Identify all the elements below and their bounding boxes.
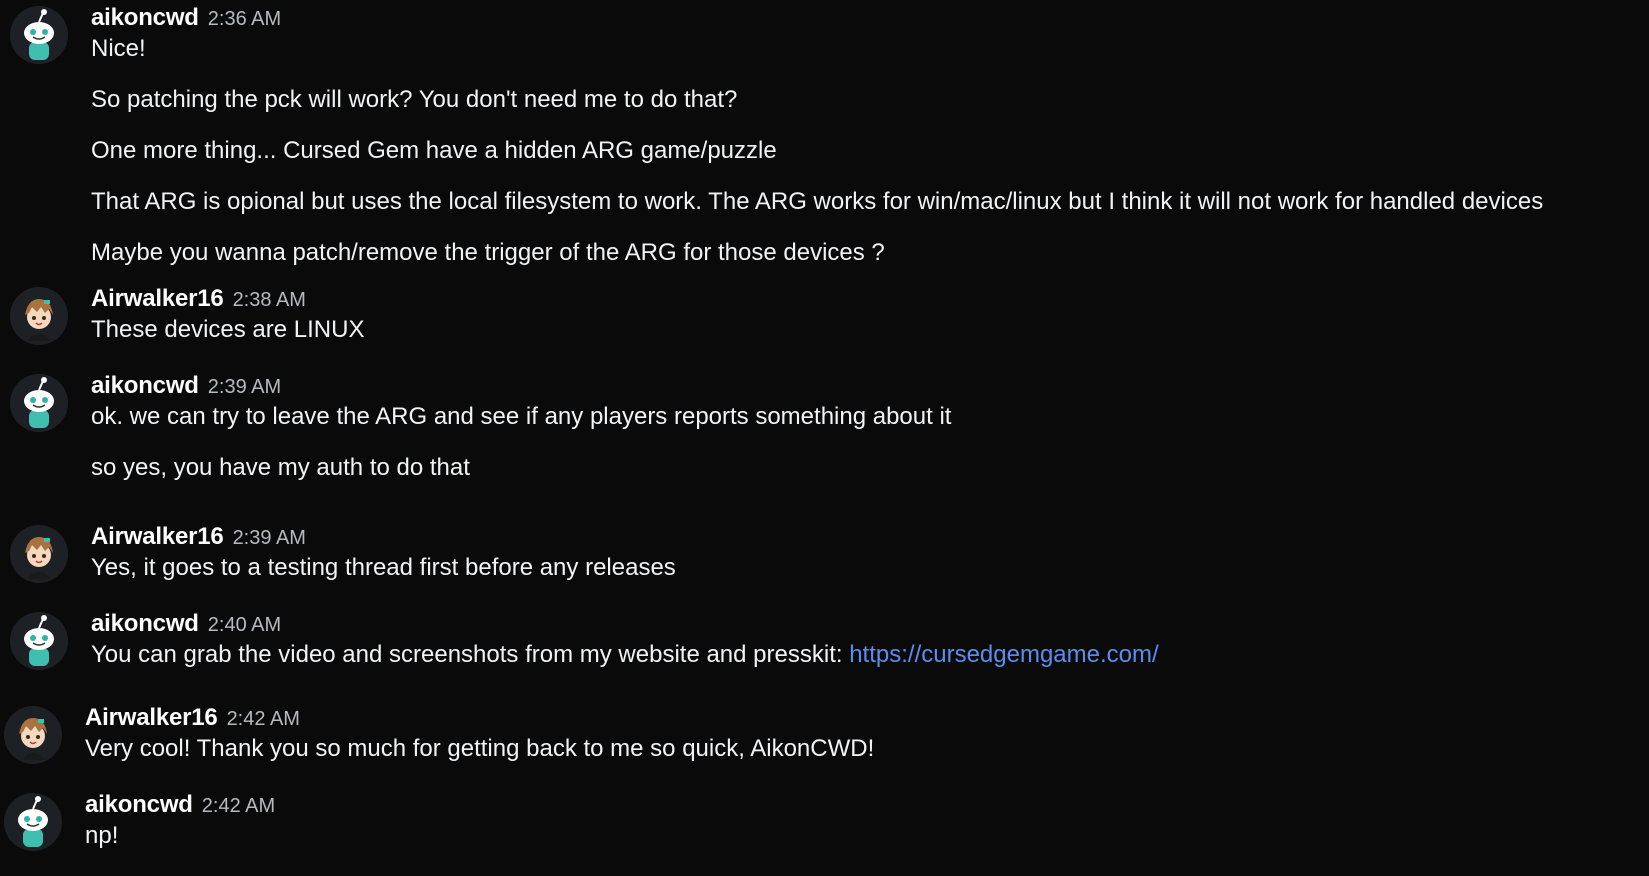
message-text: That ARG is opional but uses the local f… xyxy=(91,188,1544,215)
timestamp[interactable]: 2:42 AM xyxy=(227,708,300,731)
message-text: These devices are LINUX xyxy=(91,316,365,343)
snoo-teal-icon xyxy=(10,374,68,432)
author-name[interactable]: aikoncwd xyxy=(91,4,199,32)
timestamp[interactable]: 2:39 AM xyxy=(233,527,306,550)
anime-boy-icon xyxy=(4,706,62,764)
avatar[interactable] xyxy=(10,6,68,64)
message-text: so yes, you have my auth to do that xyxy=(91,454,470,481)
message-text: np! xyxy=(85,822,119,849)
avatar[interactable] xyxy=(4,706,62,764)
timestamp[interactable]: 2:38 AM xyxy=(233,289,306,312)
snoo-teal-icon xyxy=(10,612,68,670)
author-name[interactable]: Airwalker16 xyxy=(91,523,224,551)
author-name[interactable]: aikoncwd xyxy=(91,372,199,400)
message-header: aikoncwd 2:36 AM xyxy=(91,4,1640,34)
message-text: One more thing... Cursed Gem have a hidd… xyxy=(91,137,777,164)
author-name[interactable]: aikoncwd xyxy=(91,610,199,638)
message-content: aikoncwd 2:42 AM np! xyxy=(85,791,1634,851)
message-content: Airwalker16 2:38 AM These devices are LI… xyxy=(91,285,1640,345)
author-name[interactable]: Airwalker16 xyxy=(85,704,218,732)
message-content: aikoncwd 2:39 AM ok. we can try to leave… xyxy=(91,372,1640,483)
message-header: Airwalker16 2:42 AM xyxy=(85,704,1634,734)
anime-boy-icon xyxy=(10,525,68,583)
author-name[interactable]: Airwalker16 xyxy=(91,285,224,313)
message-content: aikoncwd 2:40 AM You can grab the video … xyxy=(91,610,1640,670)
message-header: aikoncwd 2:42 AM xyxy=(85,791,1634,821)
message-text: So patching the pck will work? You don't… xyxy=(91,86,738,113)
message-header: Airwalker16 2:38 AM xyxy=(91,285,1640,315)
anime-boy-icon xyxy=(10,287,68,345)
timestamp[interactable]: 2:42 AM xyxy=(202,795,275,818)
timestamp[interactable]: 2:39 AM xyxy=(208,376,281,399)
message-text-segment: You can grab the video and screenshots f… xyxy=(91,641,850,668)
chat-log: aikoncwd 2:36 AM Nice! So patching the p… xyxy=(0,0,1649,876)
timestamp[interactable]: 2:40 AM xyxy=(208,614,281,637)
message-text: Nice! xyxy=(91,35,146,62)
avatar[interactable] xyxy=(10,374,68,432)
snoo-teal-icon xyxy=(4,793,62,851)
avatar[interactable] xyxy=(4,793,62,851)
message-content: Airwalker16 2:39 AM Yes, it goes to a te… xyxy=(91,523,1640,583)
message-header: aikoncwd 2:40 AM xyxy=(91,610,1640,640)
author-name[interactable]: aikoncwd xyxy=(85,791,193,819)
message-text: ok. we can try to leave the ARG and see … xyxy=(91,403,952,430)
avatar[interactable] xyxy=(10,525,68,583)
timestamp[interactable]: 2:36 AM xyxy=(208,8,281,31)
avatar[interactable] xyxy=(10,612,68,670)
message-header: Airwalker16 2:39 AM xyxy=(91,523,1640,553)
snoo-teal-icon xyxy=(10,6,68,64)
message-content: aikoncwd 2:36 AM Nice! So patching the p… xyxy=(91,4,1640,268)
message-text: Maybe you wanna patch/remove the trigger… xyxy=(91,239,885,266)
website-link[interactable]: https://cursedgemgame.com/ xyxy=(849,641,1158,668)
message-text: You can grab the video and screenshots f… xyxy=(91,640,1640,670)
message-header: aikoncwd 2:39 AM xyxy=(91,372,1640,402)
message-text: Very cool! Thank you so much for getting… xyxy=(85,735,875,762)
message-content: Airwalker16 2:42 AM Very cool! Thank you… xyxy=(85,704,1634,764)
avatar[interactable] xyxy=(10,287,68,345)
message-text: Yes, it goes to a testing thread first b… xyxy=(91,554,676,581)
